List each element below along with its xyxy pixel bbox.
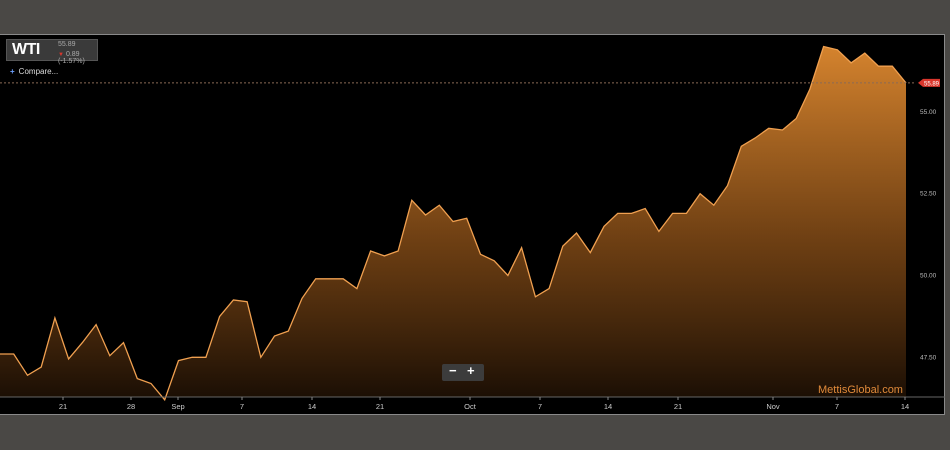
area-fill [0, 46, 906, 400]
zoom-in-button[interactable]: + [467, 363, 475, 378]
y-tick-label: 52.50 [920, 191, 937, 198]
x-tick-label: 28 [127, 402, 135, 411]
ticker-symbol: WTI [12, 41, 40, 58]
x-tick-label: 21 [674, 402, 682, 411]
x-tick-label: 21 [59, 402, 67, 411]
y-tick-label: 55.00 [920, 109, 937, 116]
ticker-price: 55.89 [58, 41, 76, 48]
plus-icon: + [10, 67, 15, 76]
x-tick-label: 21 [376, 402, 384, 411]
y-tick-label: 47.50 [920, 354, 937, 361]
compare-button[interactable]: + Compare... [10, 67, 58, 76]
x-tick-label: 7 [835, 402, 839, 411]
x-tick-label: 14 [604, 402, 612, 411]
x-tick-label: 7 [538, 402, 542, 411]
x-tick-label: Oct [464, 402, 477, 411]
x-tick-label: Nov [766, 402, 780, 411]
zoom-controls: − + [442, 363, 484, 381]
ticker-change: ▼ 0.89 (-1.57%) [58, 51, 97, 65]
x-tick-label: 14 [901, 402, 909, 411]
compare-label: Compare... [18, 67, 59, 76]
last-price-label: 55.89 [924, 81, 940, 87]
ticker-box: WTI 55.89 ▼ 0.89 (-1.57%) [6, 39, 98, 65]
x-tick-label: 14 [308, 402, 316, 411]
x-tick-label: Sep [171, 402, 184, 411]
price-chart: 55.89 47.50 50.00 52.50 55.00 21 28 Sep 7 14 21 Oct… [0, 45, 945, 411]
zoom-out-button[interactable]: − [449, 363, 457, 378]
y-tick-label: 50.00 [920, 273, 937, 280]
watermark: MettisGlobal.com [818, 384, 903, 396]
x-tick-label: 7 [240, 402, 244, 411]
